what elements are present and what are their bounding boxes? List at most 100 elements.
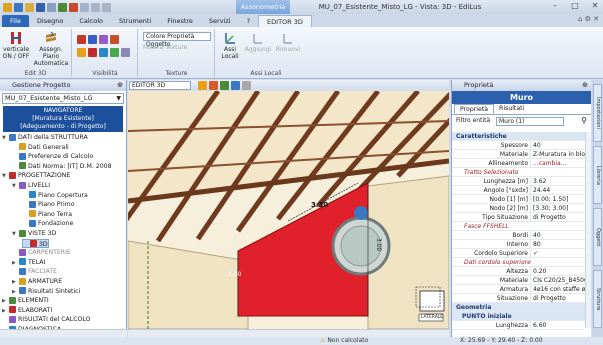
beam-visibility-icon[interactable] [77,35,86,44]
tree-item[interactable]: Piano Copertura [22,191,88,200]
view-iso-icon[interactable] [231,81,240,90]
tree-item[interactable]: Dati Generali [12,143,69,152]
tab-editor-3d[interactable]: EDITOR 3D [258,15,312,27]
tree-item[interactable]: ▶ ARMATURE [12,277,62,286]
tree-item[interactable]: FACCIATE [12,267,57,276]
undo-icon[interactable] [58,2,67,12]
viewport-horizontal-scrollbar[interactable] [128,329,449,337]
property-row[interactable]: Nodo [2] [m] [3.30; 3.00] [452,204,585,213]
property-row[interactable]: Caratteristiche [452,132,585,141]
tab-calcolo[interactable]: Calcolo [71,15,111,27]
property-value[interactable]: 40 [530,141,585,149]
side-tab[interactable]: Impostazioni [593,84,602,142]
new-icon[interactable] [14,2,23,12]
arrow-forward-icon[interactable] [102,2,111,12]
property-row[interactable]: Fasce FFSHELL [452,222,585,231]
foundation-visibility-icon[interactable] [77,48,86,57]
tree-item[interactable]: Piano Primo [22,200,74,209]
app-icon[interactable] [3,2,12,12]
property-value[interactable]: 80 [530,240,585,248]
property-row[interactable]: Tipo Situazione di Progetto [452,213,585,222]
pin-icon[interactable]: ⊕ [582,80,588,91]
property-value[interactable]: 3.62 [530,177,585,185]
property-value[interactable]: [0.00; 1.50] [530,195,585,203]
tree-item[interactable]: ▼ LIVELLI [12,181,50,190]
property-value[interactable]: Z-Muratura in blocchi di ca [530,150,585,158]
collapse-icon[interactable]: ▼ [12,182,19,191]
property-value[interactable]: 4ø16 con staffe ø8/25 [530,285,585,293]
view-front-icon[interactable] [198,81,207,90]
print-view-icon[interactable] [242,81,251,90]
property-row[interactable]: Situazione di Progetto [452,294,585,303]
ribbon-right-icons[interactable]: ⌂ ⚙ ✕ [578,15,599,23]
tree-item[interactable]: Preferenze di Calcolo [12,152,93,161]
view-side-icon[interactable] [209,81,218,90]
side-tab[interactable]: Libreria [593,146,602,204]
property-row[interactable]: Cordolo Superiore ✓ [452,249,585,258]
property-row[interactable]: Allineamento ...cambia... [452,159,585,168]
property-value[interactable]: ✓ [530,249,585,257]
verticale-toggle-button[interactable]: verticale ON / OFF [2,31,30,60]
property-value[interactable]: 0.20 [530,267,585,275]
assegn-piano-button[interactable]: Assegn. Piano Automatica [32,31,70,67]
collapse-icon[interactable]: ▼ [2,134,9,143]
tab-finestre[interactable]: Finestre [159,15,201,27]
property-row[interactable]: Armatura4ø16 con staffe ø8/25 [452,285,585,294]
property-value[interactable]: di Progetto [530,294,585,302]
texture-color-select[interactable]: Colore Proprietà Oggetto [143,32,211,48]
minimize-button[interactable]: – [549,1,561,10]
maximize-button[interactable]: □ [569,1,581,10]
redo-icon[interactable] [69,2,78,12]
property-row[interactable]: Altezza 0.20 [452,267,585,276]
property-row[interactable]: Materiale Cls C20/25_B450C [452,276,585,285]
property-row[interactable]: PUNTO iniziale [452,312,585,321]
arrow-back-icon[interactable] [91,2,100,12]
side-tab[interactable]: Strutture [593,270,602,328]
tree-item[interactable]: RISULTATI del CALCOLO [2,315,91,324]
property-row[interactable]: Dati cordolo superiore [452,258,585,267]
property-value[interactable]: 6.60 [530,321,585,329]
property-value[interactable]: [3.30; 3.00] [530,204,585,212]
tab-strumenti[interactable]: Strumenti [111,15,159,27]
properties-vertical-scrollbar[interactable] [585,132,591,328]
viewport-view-select[interactable]: EDITOR 3D [129,81,191,90]
save-icon[interactable] [36,2,45,12]
collapse-icon[interactable]: ▼ [2,172,9,181]
grid-visibility-icon[interactable] [110,48,119,57]
property-row[interactable]: Angolo [°sxdx] 24.44 [452,186,585,195]
viewport-canvas[interactable]: 3.30 1.50 3.00 LATERALE [128,91,449,329]
project-select[interactable]: MU_07_Esistente_Misto_LG ▼ [2,93,124,104]
tab-file[interactable]: File [2,15,29,27]
rimuovi-button[interactable]: Rimuovi [274,31,302,53]
wall-visibility-icon[interactable] [99,35,108,44]
property-row[interactable]: Geometria [452,303,585,312]
property-row[interactable]: Lunghezza 6.60 [452,321,585,330]
print-icon[interactable] [47,2,56,12]
tree-item[interactable]: ▼ DATI della STRUTTURA [2,133,88,142]
tab-disegno[interactable]: Disegno [29,15,71,27]
tree-item[interactable]: ▼ PROGETTAZIONE [2,171,70,180]
view-cube-label[interactable]: LATERALE [420,314,444,321]
tab-proprieta[interactable]: Proprietà [454,104,495,114]
search-icon[interactable]: ⚲ [581,115,587,127]
tree-item[interactable]: ▶ ELEMENTI [2,296,49,305]
assi-locali-button[interactable]: Assi Locali [218,31,242,60]
slab-visibility-icon[interactable] [88,35,97,44]
property-row[interactable]: Tratto Selezionato [452,168,585,177]
collapse-icon[interactable]: ▼ [12,230,19,239]
entity-filter-select[interactable]: Muro (1) [496,117,564,126]
tree-item[interactable]: ▶ ELABORATI [2,306,52,315]
property-value[interactable]: 24.44 [530,186,585,194]
tree-item[interactable]: ▼ VISTE 3D [12,229,56,238]
mostra-texture-button[interactable]: Mostra Texture [143,44,203,51]
tree-item[interactable]: Piano Terra [22,210,72,219]
left-horizontal-scrollbar[interactable] [0,329,127,337]
property-row[interactable]: Bordi 40 [452,231,585,240]
roof-visibility-icon[interactable] [110,35,119,44]
tab-risultati[interactable]: Risultati [494,104,529,114]
property-row[interactable]: Lunghezza [m] 3.62 [452,177,585,186]
tree-item[interactable]: Fondazione [22,219,73,228]
open-icon[interactable] [25,2,34,12]
tree-item[interactable]: CARPENTERIE [12,248,71,257]
aggiungi-button[interactable]: Aggiungi [244,31,272,53]
